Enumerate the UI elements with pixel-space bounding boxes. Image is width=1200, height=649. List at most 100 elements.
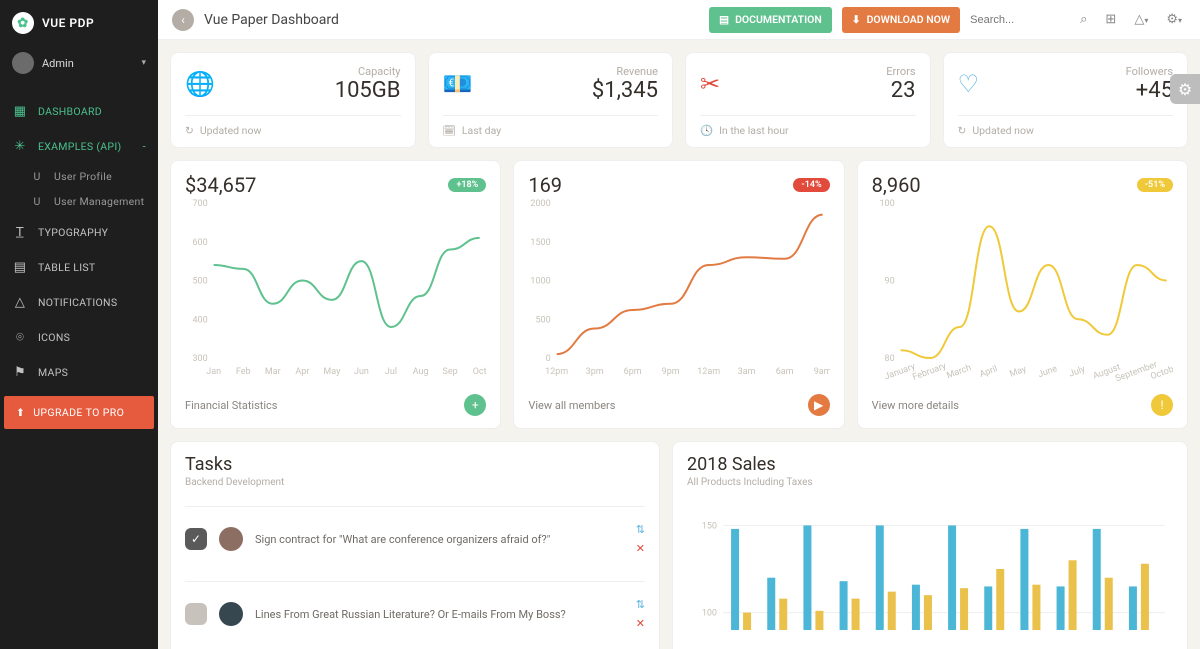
svg-text:12pm: 12pm [545,367,568,377]
bar [852,599,860,630]
bar [1020,529,1028,630]
chart-card: 8,960-51%8090100JanuaryFebruaryMarchApri… [857,160,1188,429]
svg-text:100: 100 [702,609,717,619]
svg-text:January: January [883,362,917,382]
user-name: Admin [42,57,74,70]
trend-badge: -14% [793,178,829,192]
svg-text:150: 150 [702,521,717,531]
stats-row: 🌐Capacity105GB↻Updated now💶Revenue$1,345… [170,52,1188,148]
chevron-down-icon: ▾ [141,58,146,68]
svg-text:March: March [945,363,972,381]
svg-text:500: 500 [192,277,207,287]
chevron-left-icon: ‹ [181,13,185,27]
sidebar: ✿ VUE PDP Admin ▾ ▦DASHBOARD✳EXAMPLES (A… [0,0,158,649]
stat-label: Revenue [592,65,658,78]
edit-icon[interactable]: ⇅ [636,523,645,536]
svg-text:April: April [978,364,999,380]
svg-text:1500: 1500 [531,238,551,248]
app-name: VUE PDP [42,16,94,30]
chart-action-button[interactable]: + [464,394,486,416]
foot-icon: ↻ [958,124,967,137]
documentation-button[interactable]: ▤ DOCUMENTATION [709,7,832,33]
user-menu[interactable]: Admin ▾ [0,40,158,86]
foot-icon: 🕓 [700,124,713,137]
stat-card-revenue: 💶Revenue$1,345🗓Last day [428,52,674,148]
bar [743,613,751,630]
svg-text:May: May [323,367,341,377]
stat-value: 23 [886,78,915,103]
sidebar-item-examples-api-[interactable]: ✳EXAMPLES (API)- [0,129,158,164]
line-chart: 300400500600700JanFebMarAprMayJunJulAugS… [185,197,486,382]
sidebar-item-table-list[interactable]: ▤TABLE LIST [0,250,158,285]
task-row: ✓ Sign contract for "What are conference … [185,506,645,571]
upgrade-button[interactable]: ⬆ UPGRADE TO PRO [4,396,154,429]
back-button[interactable]: ‹ [172,9,194,31]
svg-text:Feb: Feb [236,367,251,377]
task-text: Lines From Great Russian Literature? Or … [255,608,624,621]
atom-icon: ⌾ [12,330,28,345]
sidebar-item-user-profile[interactable]: UUser Profile [0,164,158,189]
svg-text:3am: 3am [738,367,756,377]
sub-letter-icon: U [30,195,44,208]
bar [984,586,992,630]
svg-text:500: 500 [536,315,551,325]
stat-card-capacity: 🌐Capacity105GB↻Updated now [170,52,416,148]
logo-badge: ✿ [12,12,34,34]
globe-icon: 🌐 [185,70,215,98]
svg-text:July: July [1068,364,1088,379]
sun-icon: ✳ [12,139,28,154]
bar [840,581,848,630]
edit-icon[interactable]: ⇅ [636,598,645,611]
logo[interactable]: ✿ VUE PDP [0,0,158,40]
sidebar-item-notifications[interactable]: △NOTIFICATIONS [0,285,158,320]
bar [912,585,920,630]
upload-icon: ⬆ [16,406,25,419]
chart-action-button[interactable]: ! [1151,394,1173,416]
topbar: ‹ Vue Paper Dashboard ▤ DOCUMENTATION ⬇ … [158,0,1200,40]
stat-label: Capacity [335,65,401,78]
task-text: Sign contract for "What are conference o… [255,533,624,546]
download-button[interactable]: ⬇ DOWNLOAD NOW [842,7,960,33]
apps-icon[interactable]: ⊞ [1101,12,1120,27]
sidebar-item-icons[interactable]: ⌾ICONS [0,320,158,355]
caret-icon: - [143,140,146,153]
svg-text:12am: 12am [698,367,721,377]
settings-fab[interactable]: ⚙ [1170,74,1200,104]
avatar [219,527,243,551]
chart-card: 169-14%050010001500200012pm3pm6pm9pm12am… [513,160,844,429]
bar [815,611,823,630]
svg-text:February: February [911,361,948,382]
chart-action-button[interactable]: ▶ [808,394,830,416]
bell-icon: △ [12,295,28,310]
svg-text:6am: 6am [776,367,794,377]
chart-value: 169 [528,173,562,197]
bar [779,599,787,630]
bar [1057,586,1065,630]
svg-text:1000: 1000 [531,277,551,287]
sidebar-item-typography[interactable]: T̲TYPOGRAPHY [0,214,158,250]
bar [876,525,884,630]
bar [731,529,739,630]
line-chart: 8090100JanuaryFebruaryMarchAprilMayJuneJ… [872,197,1173,382]
task-checkbox[interactable]: ✓ [185,528,207,550]
task-checkbox[interactable] [185,603,207,625]
bar [1032,585,1040,630]
gear-icon[interactable]: ⚙▾ [1162,12,1186,27]
bottom-row: Tasks Backend Development ✓Sign contract… [170,441,1188,649]
close-icon[interactable]: ✕ [636,617,645,630]
bar [1069,560,1077,630]
tasks-title: Tasks [185,454,645,475]
close-icon[interactable]: ✕ [636,542,645,555]
sidebar-item-dashboard[interactable]: ▦DASHBOARD [0,94,158,129]
bell-icon[interactable]: △▾ [1130,12,1152,27]
search-input[interactable] [970,14,1070,26]
svg-text:Jul: Jul [385,367,397,377]
sidebar-item-maps[interactable]: ⚑MAPS [0,355,158,390]
svg-text:Jun: Jun [354,367,369,377]
foot-icon: 🗓 [443,124,456,137]
search-icon[interactable]: ⌕ [1076,12,1091,27]
sales-subtitle: All Products Including Taxes [687,477,1173,488]
trend-badge: +18% [448,178,486,192]
grid-icon: ▦ [12,104,28,119]
sidebar-item-user-management[interactable]: UUser Management [0,189,158,214]
